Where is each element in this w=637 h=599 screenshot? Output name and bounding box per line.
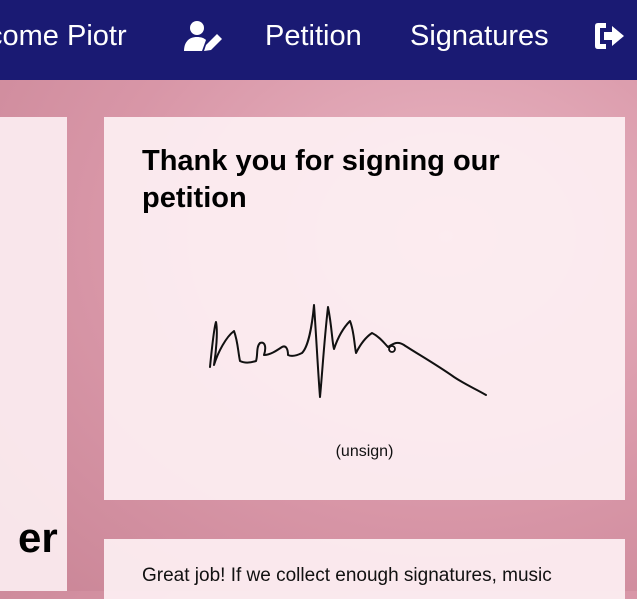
signature-drawing: [209, 304, 487, 398]
welcome-message: come Piotr: [0, 20, 127, 52]
unsign-link[interactable]: (unsign): [104, 443, 625, 461]
top-navbar: come Piotr Petition Signatures: [0, 0, 637, 80]
nav-signatures-link[interactable]: Signatures: [410, 0, 549, 72]
thank-you-card: Thank you for signing our petition (unsi…: [104, 117, 625, 500]
edit-profile-link[interactable]: [184, 20, 224, 52]
info-card: Great job! If we collect enough signatur…: [104, 539, 625, 599]
info-text: Great job! If we collect enough signatur…: [142, 565, 552, 586]
sign-out-icon: [595, 23, 624, 49]
user-edit-icon: [184, 21, 222, 51]
logout-link[interactable]: [594, 21, 626, 51]
left-card-heading-fragment: er: [18, 514, 58, 561]
nav-petition-link[interactable]: Petition: [265, 0, 362, 72]
thank-you-title: Thank you for signing our petition: [142, 145, 500, 214]
